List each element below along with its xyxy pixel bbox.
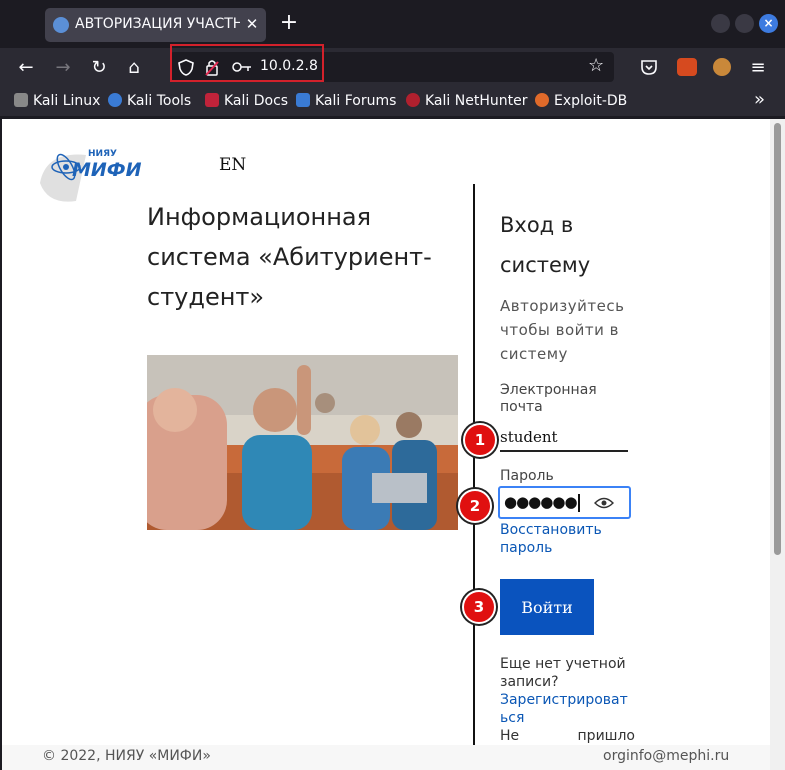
restore-password-link[interactable]: Восстановить пароль [500, 521, 635, 557]
eye-icon[interactable] [594, 496, 614, 510]
bookmark-kali-forums[interactable]: Kali Forums [296, 93, 396, 109]
bookmarks-overflow-icon[interactable]: » [754, 89, 765, 110]
password-label: Пароль [500, 468, 554, 484]
kali-docs-icon [205, 93, 219, 107]
url-highlight-box [170, 44, 324, 82]
page-title: Информационная система «Абитуриент-студе… [147, 203, 432, 311]
bookmarks-toolbar: Kali Linux Kali Tools Kali Docs Kali For… [0, 88, 785, 116]
exploit-db-icon [535, 93, 549, 107]
navigation-toolbar: ← → ↻ ⌂ 10.0.2.8 ☆ ≡ [0, 48, 785, 88]
no-account-text: Еще нет учетной записи? [500, 656, 626, 690]
login-button[interactable]: Войти [500, 579, 594, 635]
not-received-text: Не пришло [500, 728, 635, 744]
step-marker-3: 3 [462, 590, 496, 624]
tab-title: АВТОРИЗАЦИЯ УЧАСТНИ [75, 16, 240, 32]
bookmark-exploit-db[interactable]: Exploit-DB [535, 93, 627, 109]
cookie-extension-icon[interactable] [713, 58, 731, 76]
register-link[interactable]: Зарегистрироваться [500, 691, 635, 727]
password-masked-value: ●●●●●● [504, 493, 578, 511]
minimize-button[interactable] [711, 14, 730, 33]
forward-icon[interactable]: → [51, 56, 75, 80]
email-label: Электронная почта [500, 382, 597, 415]
new-tab-button[interactable]: + [278, 12, 300, 34]
kali-forums-icon [296, 93, 310, 107]
scrollbar-thumb[interactable] [774, 123, 781, 555]
bookmark-kali-tools[interactable]: Kali Tools [108, 93, 191, 109]
email-field[interactable] [500, 424, 628, 452]
extension-icon[interactable] [677, 58, 697, 76]
tab-favicon-icon [53, 17, 69, 33]
bookmark-kali-nethunter[interactable]: Kali NetHunter [406, 93, 527, 109]
login-subtitle: Авторизуйтесь чтобы войти в систему [500, 297, 625, 363]
students-photo [147, 355, 458, 530]
tab-strip: АВТОРИЗАЦИЯ УЧАСТНИ ✕ + × [0, 0, 785, 48]
bookmark-kali-linux[interactable]: Kali Linux [14, 93, 100, 109]
step-marker-1: 1 [463, 423, 497, 457]
lecture-hall-image [147, 355, 458, 530]
page-footer: © 2022, НИЯУ «МИФИ» orginfo@mephi.ru [2, 745, 770, 770]
footer-copyright: © 2022, НИЯУ «МИФИ» [42, 748, 211, 764]
footer-email-link[interactable]: orginfo@mephi.ru [603, 748, 729, 764]
page-scrollbar[interactable] [770, 119, 785, 770]
back-icon[interactable]: ← [14, 56, 38, 80]
bookmark-kali-docs[interactable]: Kali Docs [205, 93, 288, 109]
bookmark-star-icon[interactable]: ☆ [588, 55, 604, 76]
logo-title: МИФИ [72, 159, 142, 181]
active-tab[interactable]: АВТОРИЗАЦИЯ УЧАСТНИ ✕ [45, 8, 266, 42]
kali-tools-icon [108, 93, 122, 107]
mephi-logo[interactable]: НИЯУ МИФИ [36, 143, 142, 205]
nethunter-icon [406, 93, 420, 107]
maximize-button[interactable] [735, 14, 754, 33]
window-close-button[interactable]: × [759, 14, 778, 33]
reload-icon[interactable]: ↻ [87, 56, 111, 80]
registration-block: Еще нет учетной записи? Зарегистрировать… [500, 655, 635, 745]
vertical-divider [473, 184, 475, 770]
login-title: Вход в систему [500, 213, 591, 277]
password-field[interactable]: ●●●●●● [498, 486, 631, 519]
step-marker-2: 2 [458, 489, 492, 523]
text-caret [578, 494, 580, 512]
language-switch[interactable]: EN [219, 155, 246, 175]
home-icon[interactable]: ⌂ [122, 56, 146, 80]
menu-icon[interactable]: ≡ [746, 56, 770, 80]
kali-dragon-icon [14, 93, 28, 107]
pocket-icon[interactable] [640, 59, 658, 76]
logo-subtitle: НИЯУ [88, 149, 117, 159]
tab-close-icon[interactable]: ✕ [242, 14, 262, 34]
page-content: НИЯУ МИФИ EN Информационная система «Аби… [2, 119, 770, 770]
